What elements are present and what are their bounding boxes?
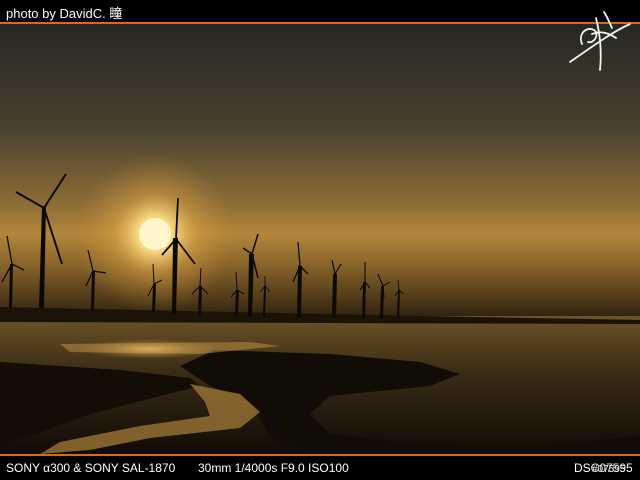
photo-number: #07595: [592, 464, 626, 475]
camera-info: SONY α300 & SONY SAL-1870: [6, 461, 176, 475]
top-bar: photo by DavidC. 瞳: [0, 0, 640, 24]
signature-logo: [569, 11, 631, 71]
photo-frame: photo by DavidC. 瞳 SONY α300 & SONY SAL-…: [0, 0, 640, 480]
exposure-settings: 30mm 1/4000s F9.0 ISO100: [198, 461, 349, 475]
photo: [0, 24, 640, 454]
photo-credit: photo by DavidC. 瞳: [6, 6, 123, 21]
sun: [139, 218, 171, 250]
exif-bar: SONY α300 & SONY SAL-1870 30mm 1/4000s F…: [0, 454, 640, 480]
